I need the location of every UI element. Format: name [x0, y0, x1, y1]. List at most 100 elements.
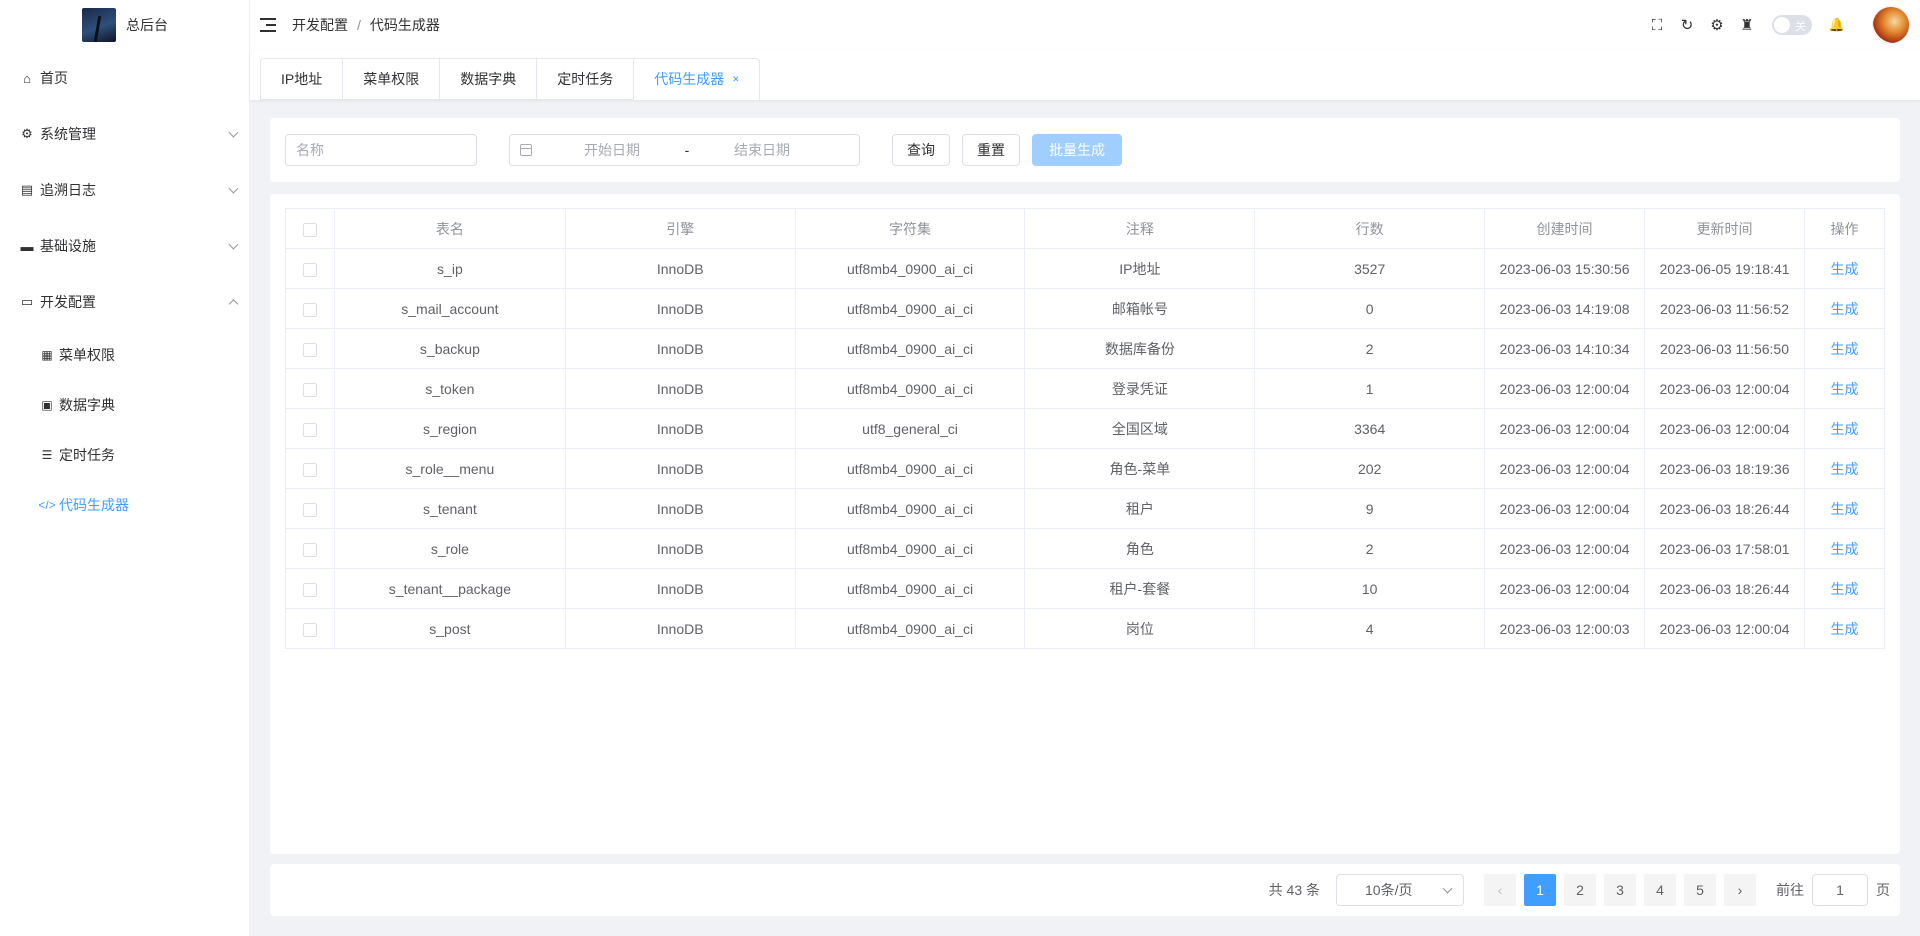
- page-size-select[interactable]: 10条/页: [1336, 874, 1464, 906]
- table-cell: 2023-06-03 11:56:52: [1644, 288, 1805, 329]
- select-all-checkbox[interactable]: [302, 222, 317, 237]
- filter-bar: 开始日期 - 结束日期 查询 重置 批量生成: [270, 118, 1900, 182]
- action-cell: 生成: [1804, 368, 1885, 409]
- column-header: 操作: [1804, 208, 1885, 249]
- sidebar-item-label: 系统管理: [40, 126, 96, 142]
- chevron-down-icon: [1442, 883, 1453, 893]
- close-icon[interactable]: ×: [732, 72, 739, 86]
- goto-page-input[interactable]: [1812, 874, 1868, 906]
- tags-bar: IP地址 菜单权限 数据字典 定时任务 代码生成器 ×: [250, 50, 1920, 100]
- table-row: s_role__menu InnoDB utf8mb4_0900_ai_ci 角色-菜…: [285, 448, 1885, 489]
- page-button[interactable]: 4: [1644, 874, 1676, 906]
- tab-0[interactable]: IP地址: [260, 58, 343, 100]
- page-button[interactable]: 2: [1564, 874, 1596, 906]
- end-date-input[interactable]: 结束日期: [702, 140, 822, 160]
- generate-link[interactable]: 生成: [1831, 581, 1859, 597]
- action-cell: 生成: [1804, 528, 1885, 569]
- fullscreen-icon[interactable]: ⛶: [1649, 17, 1665, 34]
- row-checkbox[interactable]: [302, 462, 317, 477]
- sidebar-item-1[interactable]: ⚙ 系统管理: [0, 106, 249, 162]
- table-cell: s_ip: [333, 248, 566, 289]
- toggle-label: 关: [1795, 21, 1806, 33]
- submenu-item-0[interactable]: ▦ 菜单权限: [0, 330, 249, 380]
- submenu-item-3[interactable]: </> 代码生成器: [0, 480, 249, 530]
- sidebar-item-2[interactable]: ▤ 追溯日志: [0, 162, 249, 218]
- sidebar-item-4[interactable]: ▭ 开发配置: [0, 274, 249, 330]
- sidebar-item-3[interactable]: ▬ 基础设施: [0, 218, 249, 274]
- tab-4[interactable]: 代码生成器 ×: [633, 58, 761, 100]
- row-checkbox[interactable]: [302, 262, 317, 277]
- sidebar-item-0[interactable]: ⌂ 首页: [0, 50, 249, 106]
- row-checkbox[interactable]: [302, 502, 317, 517]
- refresh-icon[interactable]: ↻: [1679, 17, 1695, 34]
- bell-icon[interactable]: 🔔: [1829, 17, 1845, 33]
- home-icon: ⌂: [23, 70, 31, 86]
- table-cell: 2023-06-03 12:00:04: [1484, 448, 1646, 489]
- page-button[interactable]: 3: [1604, 874, 1636, 906]
- query-button[interactable]: 查询: [892, 134, 950, 166]
- broom-icon[interactable]: ♜: [1739, 17, 1755, 34]
- avatar[interactable]: [1872, 6, 1910, 44]
- column-header: 引擎: [564, 208, 796, 249]
- row-checkbox[interactable]: [302, 342, 317, 357]
- logo[interactable]: 总后台: [0, 0, 249, 50]
- generate-link[interactable]: 生成: [1831, 261, 1859, 277]
- breadcrumb-item-dev-config[interactable]: 开发配置: [292, 15, 348, 35]
- row-checkbox[interactable]: [302, 542, 317, 557]
- generate-link[interactable]: 生成: [1831, 341, 1859, 357]
- generate-link[interactable]: 生成: [1831, 621, 1859, 637]
- table-row: s_tenant InnoDB utf8mb4_0900_ai_ci 租户 9 2023-…: [285, 488, 1885, 529]
- tab-label: 菜单权限: [363, 71, 420, 87]
- page-button[interactable]: 1: [1524, 874, 1556, 906]
- tab-2[interactable]: 数据字典: [439, 58, 537, 100]
- table-cell: IP地址: [1024, 248, 1256, 289]
- table-cell: InnoDB: [564, 448, 796, 489]
- settings-icon[interactable]: ⚙: [1709, 17, 1725, 34]
- generate-link[interactable]: 生成: [1831, 541, 1859, 557]
- row-checkbox[interactable]: [302, 622, 317, 637]
- row-checkbox[interactable]: [302, 382, 317, 397]
- row-select-cell: [285, 608, 335, 649]
- table-cell: s_tenant: [333, 488, 566, 529]
- date-range-picker[interactable]: 开始日期 - 结束日期: [509, 134, 860, 166]
- column-header: 更新时间: [1644, 208, 1805, 249]
- row-select-cell: [285, 248, 335, 289]
- collapse-menu-icon[interactable]: [260, 18, 276, 32]
- start-date-input[interactable]: 开始日期: [552, 140, 672, 160]
- generate-link[interactable]: 生成: [1831, 421, 1859, 437]
- table-cell: InnoDB: [564, 608, 796, 649]
- column-header: 字符集: [794, 208, 1026, 249]
- table-cell: utf8_general_ci: [794, 408, 1026, 449]
- prev-page-button[interactable]: ‹: [1484, 874, 1516, 906]
- column-header: 创建时间: [1484, 208, 1646, 249]
- theme-toggle[interactable]: 关: [1772, 15, 1812, 35]
- action-cell: 生成: [1804, 448, 1885, 489]
- generate-link[interactable]: 生成: [1831, 381, 1859, 397]
- row-select-cell: [285, 448, 335, 489]
- next-page-button[interactable]: ›: [1724, 874, 1756, 906]
- generate-link[interactable]: 生成: [1831, 301, 1859, 317]
- folder-icon: ▬: [20, 238, 34, 254]
- generate-link[interactable]: 生成: [1831, 501, 1859, 517]
- log-icon: ▤: [20, 182, 34, 197]
- table-cell: 202: [1254, 448, 1486, 489]
- generate-link[interactable]: 生成: [1831, 461, 1859, 477]
- submenu-item-label: 代码生成器: [59, 497, 129, 513]
- tab-3[interactable]: 定时任务: [536, 58, 634, 100]
- reset-button[interactable]: 重置: [962, 134, 1020, 166]
- goto-label: 前往: [1776, 882, 1804, 898]
- code-icon: </>: [38, 498, 56, 512]
- table-cell: InnoDB: [564, 568, 796, 609]
- pagination-bar: 共 43 条 10条/页 ‹ 12345 › 前往 页: [270, 864, 1900, 916]
- submenu-item-2[interactable]: ☰ 定时任务: [0, 430, 249, 480]
- batch-generate-button[interactable]: 批量生成: [1032, 134, 1122, 166]
- page-button[interactable]: 5: [1684, 874, 1716, 906]
- tab-1[interactable]: 菜单权限: [342, 58, 440, 100]
- table-cell: InnoDB: [564, 328, 796, 369]
- submenu-item-1[interactable]: ▣ 数据字典: [0, 380, 249, 430]
- name-search-input[interactable]: [285, 134, 477, 166]
- row-checkbox[interactable]: [302, 582, 317, 597]
- row-checkbox[interactable]: [302, 302, 317, 317]
- row-checkbox[interactable]: [302, 422, 317, 437]
- breadcrumb-item-code-generator: 代码生成器: [369, 17, 440, 33]
